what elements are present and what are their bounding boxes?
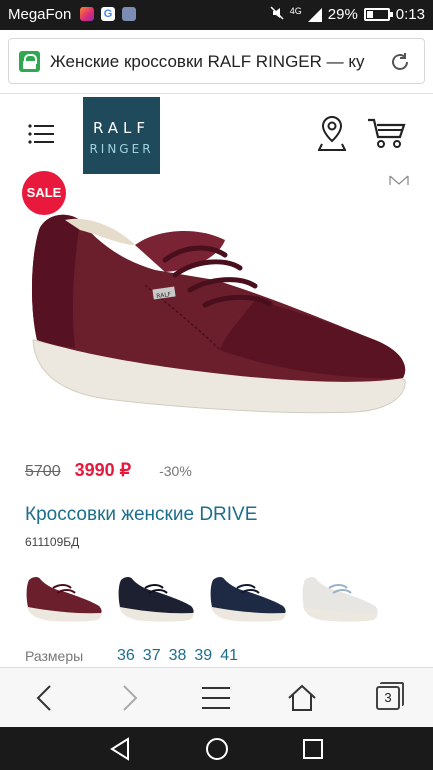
mute-icon (270, 6, 284, 23)
battery-percent: 29% (327, 6, 358, 23)
browser-bottom-bar: 3 (0, 667, 433, 727)
forward-button[interactable] (100, 668, 160, 728)
nav-home-icon[interactable] (204, 736, 230, 762)
android-nav-bar (0, 727, 433, 770)
size-option[interactable]: 38 (169, 647, 187, 665)
price-row: 5700 3990 ₽ -30% (25, 460, 192, 484)
product-sku: 611109БД (25, 535, 80, 549)
nav-back-icon[interactable] (108, 736, 134, 762)
favorite-icon[interactable] (388, 173, 410, 187)
back-button[interactable] (14, 668, 74, 728)
brand-logo[interactable]: RALF RINGER (83, 97, 160, 174)
browser-toolbar: Женские кроссовки RALF RINGER — ку (0, 30, 433, 94)
chevron-left-icon (36, 685, 51, 711)
color-variant-thumbnail[interactable] (25, 572, 103, 624)
chevron-right-icon (123, 685, 138, 711)
size-option[interactable]: 41 (220, 647, 238, 665)
carrier-name: MegaFon (8, 6, 72, 23)
home-button[interactable] (272, 668, 332, 728)
discount-percent: -30% (159, 463, 192, 479)
hamburger-icon (202, 687, 230, 709)
network-type: 4G (289, 5, 302, 16)
color-variant-thumbnail[interactable] (301, 572, 379, 624)
instagram-icon (80, 7, 94, 21)
google-icon: G (101, 7, 115, 21)
menu-icon[interactable] (28, 124, 54, 144)
color-variant-thumbnail[interactable] (209, 572, 287, 624)
signal-icon (307, 7, 322, 22)
photo-app-icon (122, 7, 136, 21)
home-icon (288, 684, 316, 711)
menu-button[interactable] (186, 668, 246, 728)
old-price: 5700 (25, 463, 61, 480)
size-option[interactable]: 37 (143, 647, 161, 665)
sizes-row: Размеры 36 37 38 39 41 (25, 645, 246, 667)
sale-price: 3990 ₽ (74, 460, 132, 480)
product-title: Кроссовки женские DRIVE (25, 504, 258, 525)
store-locator-icon[interactable] (318, 115, 346, 151)
size-option[interactable]: 39 (194, 647, 212, 665)
color-variants (25, 572, 385, 627)
address-bar[interactable]: Женские кроссовки RALF RINGER — ку (8, 38, 425, 84)
page-title-url[interactable]: Женские кроссовки RALF RINGER — ку (50, 52, 380, 72)
nav-recents-icon[interactable] (300, 736, 326, 762)
sizes-label: Размеры (25, 648, 84, 664)
tab-count: 3 (376, 682, 404, 710)
size-option[interactable]: 36 (117, 647, 135, 665)
tabs-button[interactable]: 3 (358, 668, 418, 728)
cart-icon[interactable] (366, 117, 406, 149)
logo-text-top: RALF (92, 119, 151, 137)
battery-icon (363, 8, 393, 21)
reload-icon[interactable] (388, 50, 412, 74)
color-variant-thumbnail[interactable] (117, 572, 195, 624)
site-header: RALF RINGER (0, 95, 433, 175)
product-image[interactable]: RALF (25, 200, 410, 435)
lock-icon (19, 51, 40, 72)
clock: 0:13 (395, 6, 425, 23)
logo-text-bottom: RINGER (89, 142, 154, 156)
status-bar: MegaFon G 4G 29% 0:13 (0, 0, 433, 30)
